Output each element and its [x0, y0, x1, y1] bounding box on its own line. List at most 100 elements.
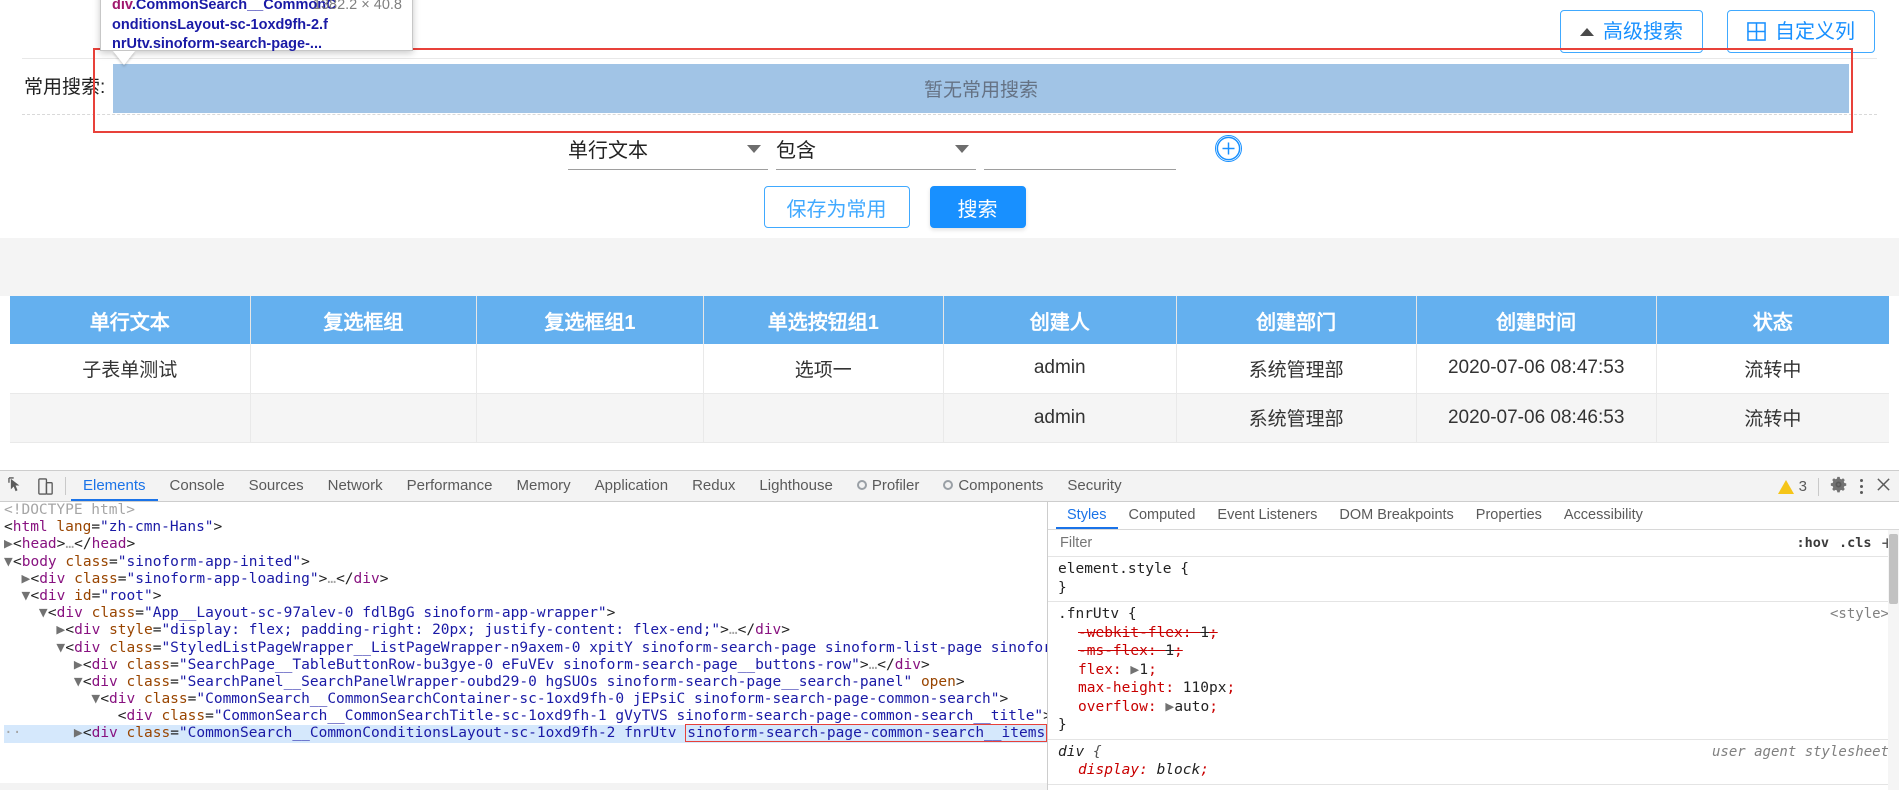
dom-line[interactable]: ▼<div id="root"> — [4, 588, 1047, 605]
devtools-tab-sources[interactable]: Sources — [237, 471, 316, 501]
declaration-overflow[interactable]: overflow: ▶auto; — [1058, 698, 1889, 717]
declaration-display: display: block; — [1078, 762, 1209, 778]
prop-value: 1 — [1200, 624, 1209, 641]
devtools-tab-memory[interactable]: Memory — [505, 471, 583, 501]
page-action-buttons: 高级搜索 自定义列 — [1560, 10, 1875, 53]
devtools-tab-redux[interactable]: Redux — [680, 471, 747, 501]
styles-filter-input[interactable] — [1058, 534, 1787, 552]
dom-line[interactable]: <html lang="zh-cmn-Hans"> — [4, 519, 1047, 536]
table-cell: 子表单测试 — [10, 344, 251, 394]
chevron-down-icon — [747, 145, 761, 153]
declaration-flex[interactable]: flex: ▶1; — [1058, 661, 1889, 680]
style-rule-div-ua[interactable]: user agent stylesheet div { display: blo… — [1048, 740, 1899, 785]
styles-tab-event-listeners[interactable]: Event Listeners — [1206, 502, 1328, 529]
styles-tab-styles[interactable]: Styles — [1056, 502, 1118, 529]
devtools-tab-label: Redux — [692, 476, 736, 494]
table-column-header[interactable]: 创建时间 — [1416, 296, 1657, 344]
dom-line[interactable]: ▶<div class="sinoform-app-loading">…</di… — [4, 571, 1047, 588]
common-search-items-highlight[interactable]: 暂无常用搜索 — [113, 64, 1849, 113]
advanced-search-button[interactable]: 高级搜索 — [1560, 10, 1703, 53]
dom-line-selected[interactable]: ·· ▶<div class="CommonSearch__CommonCond… — [4, 724, 1047, 743]
table-column-header[interactable]: 单选按钮组1 — [703, 296, 944, 344]
table-column-header[interactable]: 创建人 — [943, 296, 1177, 344]
rule-selector[interactable]: .fnrUtv — [1058, 606, 1119, 622]
device-toolbar-icon[interactable] — [36, 477, 55, 496]
rule-selector: element.style — [1058, 561, 1172, 577]
table-cell: admin — [943, 344, 1177, 394]
warning-badge[interactable]: 3 — [1777, 478, 1807, 495]
cls-toggle[interactable]: .cls — [1839, 535, 1872, 551]
dom-line[interactable]: ▼<div class="CommonSearch__CommonSearchC… — [4, 691, 1047, 708]
field-select[interactable]: 单行文本 — [568, 128, 768, 170]
devtools-body: <!DOCTYPE html> <html lang="zh-cmn-Hans"… — [0, 502, 1899, 790]
devtools-tab-profiler[interactable]: Profiler — [845, 471, 932, 501]
styles-tab-computed[interactable]: Computed — [1118, 502, 1207, 529]
dom-line[interactable]: ▶<div class="SearchPage__TableButtonRow-… — [4, 657, 1047, 674]
devtools-tab-elements[interactable]: Elements — [71, 471, 158, 501]
inspector-tooltip-class-line-1: .CommonSearch__CommonC — [131, 0, 337, 13]
dom-line[interactable]: <div class="CommonSearch__CommonSearchTi… — [4, 708, 1047, 725]
table-column-header[interactable]: 复选框组1 — [476, 296, 704, 344]
table-column-header[interactable]: 状态 — [1656, 296, 1889, 344]
table-row[interactable]: admin 系统管理部 2020-07-06 08:46:53 流转中 — [10, 393, 1889, 443]
devtools-tab-application[interactable]: Application — [583, 471, 680, 501]
style-rule-element-style[interactable]: element.style {} — [1048, 557, 1899, 602]
dom-line[interactable]: ▶<div style="display: flex; padding-righ… — [4, 622, 1047, 639]
devtools-tab-performance[interactable]: Performance — [395, 471, 505, 501]
dom-line[interactable]: ▼<div class="StyledListPageWrapper__List… — [4, 640, 1047, 657]
search-condition-row: 单行文本 包含 — [0, 128, 1899, 180]
hov-toggle[interactable]: :hov — [1797, 535, 1830, 551]
dom-line[interactable]: ▼<div class="App__Layout-sc-97alev-0 fdl… — [4, 605, 1047, 622]
add-condition-button[interactable] — [1215, 135, 1242, 162]
styles-tab-dom-breakpoints[interactable]: DOM Breakpoints — [1328, 502, 1464, 529]
scrollbar-thumb[interactable] — [1889, 534, 1898, 604]
custom-columns-button[interactable]: 自定义列 — [1727, 10, 1875, 53]
table-cell: 流转中 — [1656, 344, 1889, 394]
devtools-tab-lighthouse[interactable]: Lighthouse — [747, 471, 844, 501]
devtools-tab-label: Security — [1067, 476, 1122, 494]
toolbar-divider — [65, 477, 66, 495]
chevron-up-icon — [1580, 27, 1594, 36]
style-rule-fnrutv[interactable]: <style> .fnrUtv { -webkit-flex: 1; -ms-f… — [1048, 602, 1899, 740]
grid-icon — [1747, 22, 1766, 41]
table-cell: 系统管理部 — [1176, 393, 1417, 443]
devtools-tab-label: Profiler — [871, 476, 920, 494]
styles-tab-properties[interactable]: Properties — [1465, 502, 1553, 529]
app-content-area: 高级搜索 自定义列 常用搜索: 暂无常用搜索 1382.2 × 40.8 div… — [0, 0, 1899, 470]
gear-icon[interactable] — [1830, 476, 1847, 497]
rule-origin[interactable]: <style> — [1830, 605, 1889, 624]
dom-line[interactable]: ▼<body class="sinoform-app-inited"> — [4, 554, 1047, 571]
declaration-webkit-flex[interactable]: -webkit-flex: 1; — [1058, 624, 1889, 643]
declaration-max-height[interactable]: max-height: 110px; — [1058, 679, 1889, 698]
inspect-element-icon[interactable] — [8, 476, 27, 496]
chevron-down-icon — [955, 145, 969, 153]
dom-line[interactable]: ▶<head>…</head> — [4, 536, 1047, 553]
devtools-tab-network[interactable]: Network — [316, 471, 395, 501]
declaration-ms-flex[interactable]: -ms-flex: 1; — [1058, 642, 1889, 661]
devtools-tab-label: Performance — [406, 476, 493, 494]
custom-columns-label: 自定义列 — [1775, 20, 1855, 43]
kebab-menu-icon[interactable] — [1858, 477, 1865, 496]
table-column-header[interactable]: 复选框组 — [250, 296, 478, 344]
divider-top — [22, 58, 1877, 59]
operator-select[interactable]: 包含 — [776, 128, 976, 170]
screen-root: 高级搜索 自定义列 常用搜索: 暂无常用搜索 1382.2 × 40.8 div… — [0, 0, 1899, 790]
devtools-tab-components[interactable]: Components — [931, 471, 1055, 501]
dom-horizontal-scrollbar[interactable] — [0, 783, 1047, 790]
save-as-common-button[interactable]: 保存为常用 — [763, 186, 910, 228]
styles-tab-accessibility[interactable]: Accessibility — [1553, 502, 1654, 529]
table-column-header[interactable]: 单行文本 — [10, 296, 251, 344]
condition-value-input[interactable] — [984, 128, 1176, 170]
search-button[interactable]: 搜索 — [929, 186, 1026, 228]
close-icon[interactable] — [1876, 477, 1891, 496]
styles-vertical-scrollbar[interactable] — [1888, 530, 1899, 790]
table-column-header[interactable]: 创建部门 — [1176, 296, 1417, 344]
devtools-tab-console[interactable]: Console — [158, 471, 237, 501]
dom-line[interactable]: ▼<div class="SearchPanel__SearchPanelWra… — [4, 674, 1047, 691]
dom-line: <!DOCTYPE html> — [4, 502, 135, 518]
table-row[interactable]: 子表单测试 选项一 admin 系统管理部 2020-07-06 08:47:53 流转中 — [10, 344, 1889, 394]
table-header: 单行文本 复选框组 复选框组1 单选按钮组1 创建人 创建部门 创建时间 状态 — [10, 296, 1889, 344]
dom-tree-pane[interactable]: <!DOCTYPE html> <html lang="zh-cmn-Hans"… — [0, 502, 1047, 790]
devtools-tab-security[interactable]: Security — [1055, 471, 1133, 501]
operator-select-value: 包含 — [776, 140, 816, 162]
